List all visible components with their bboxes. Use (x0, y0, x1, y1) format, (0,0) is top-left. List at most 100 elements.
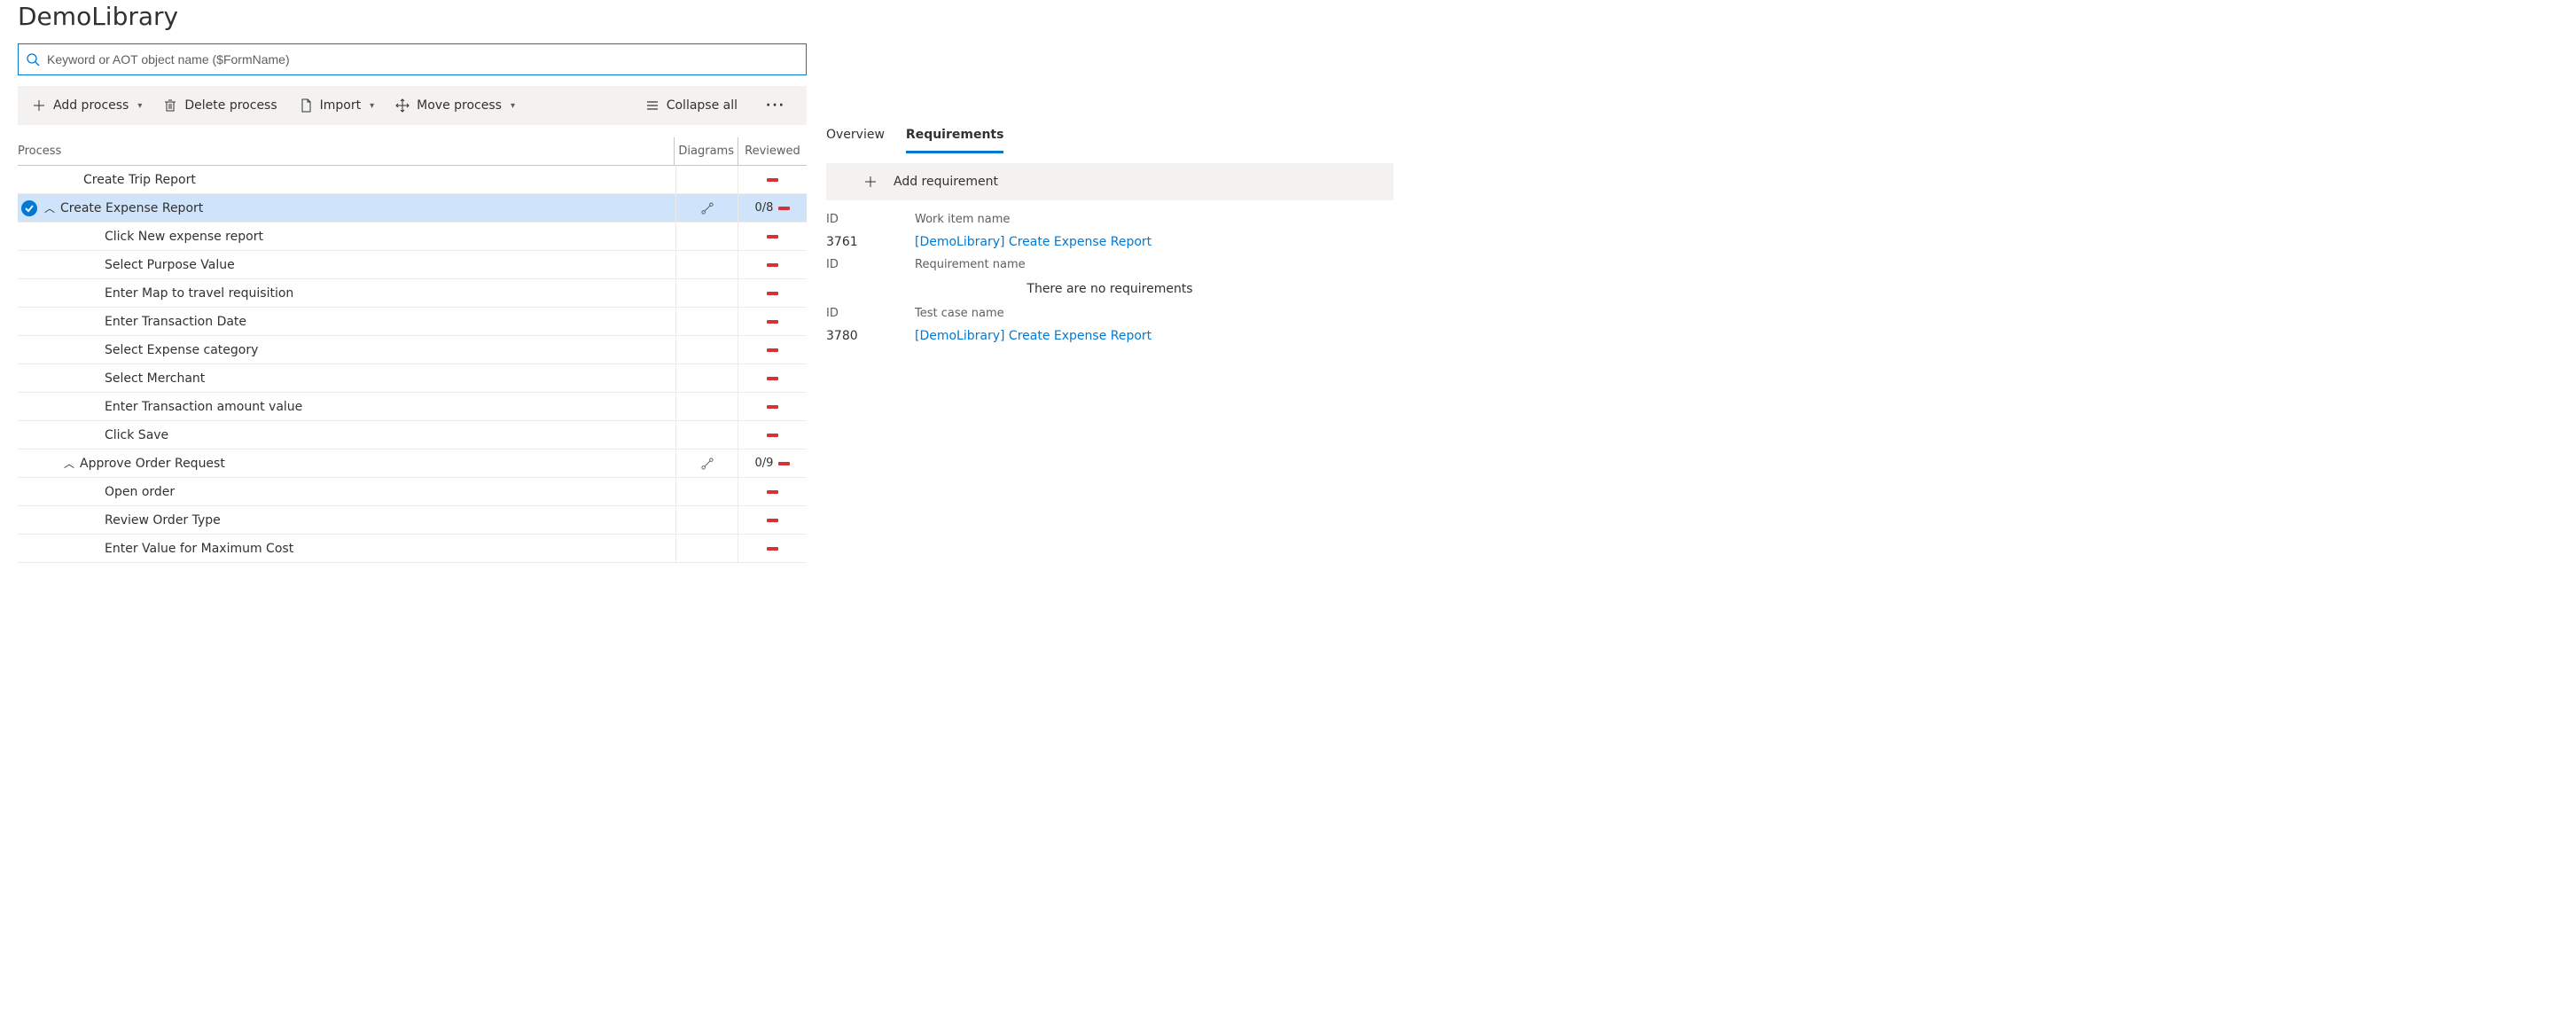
process-label: Click Save (105, 428, 168, 442)
search-container[interactable] (18, 43, 807, 75)
table-row[interactable]: ︿ Create Expense Report 0/8 (18, 194, 807, 223)
status-not-reviewed-icon (767, 377, 778, 380)
process-label: Enter Transaction Date (105, 315, 246, 329)
add-requirement-button[interactable]: Add requirement (863, 175, 998, 189)
process-label: Enter Map to travel requisition (105, 286, 293, 301)
delete-process-button[interactable]: Delete process (163, 98, 277, 113)
tab-overview[interactable]: Overview (826, 124, 885, 153)
work-item-name-label: Work item name (915, 213, 1393, 226)
chevron-up-icon[interactable]: ︿ (64, 456, 74, 471)
delete-process-label: Delete process (184, 98, 277, 113)
status-not-reviewed-icon (767, 235, 778, 238)
reviewed-cell (738, 364, 807, 392)
requirements-toolbar: Add requirement (826, 163, 1393, 200)
diagrams-cell[interactable] (675, 194, 738, 222)
move-process-label: Move process (417, 98, 502, 113)
work-item-id: 3761 (826, 235, 915, 249)
reviewed-cell (738, 336, 807, 363)
process-label: Review Order Type (105, 513, 221, 528)
work-item-link[interactable]: [DemoLibrary] Create Expense Report (915, 235, 1151, 249)
reviewed-cell (738, 251, 807, 278)
diagrams-cell (675, 393, 738, 420)
status-not-reviewed-icon (767, 348, 778, 352)
table-row[interactable]: Click New expense report (18, 223, 807, 251)
process-label: Enter Transaction amount value (105, 400, 302, 414)
process-label: Select Expense category (105, 343, 258, 357)
collapse-all-label: Collapse all (667, 98, 738, 113)
reviewed-cell (738, 535, 807, 562)
process-table: Process Diagrams Reviewed Create Trip Re… (18, 137, 807, 563)
process-label: Create Expense Report (60, 201, 203, 215)
process-label: Click New expense report (105, 230, 263, 244)
table-row[interactable]: Create Trip Report (18, 166, 807, 194)
status-not-reviewed-icon (767, 519, 778, 522)
process-label: Select Purpose Value (105, 258, 235, 272)
status-not-reviewed-icon (778, 462, 790, 465)
status-not-reviewed-icon (767, 178, 778, 182)
work-item-header: ID Work item name (826, 207, 1393, 231)
reviewed-cell (738, 478, 807, 505)
diagrams-cell (675, 336, 738, 363)
table-row[interactable]: Enter Transaction Date (18, 308, 807, 336)
table-row[interactable]: Click Save (18, 421, 807, 449)
col-reviewed-header[interactable]: Reviewed (738, 137, 807, 165)
diagram-icon (701, 202, 714, 215)
table-row[interactable]: Enter Transaction amount value (18, 393, 807, 421)
table-row[interactable]: Open order (18, 478, 807, 506)
col-diagrams-header[interactable]: Diagrams (674, 137, 738, 165)
reviewed-value: 0/8 (755, 201, 774, 215)
process-label: Create Trip Report (83, 173, 196, 187)
diagrams-cell[interactable] (675, 449, 738, 477)
document-icon (299, 98, 313, 113)
search-input[interactable] (47, 52, 799, 66)
reviewed-cell: 0/8 (738, 194, 807, 222)
testcase-row: 3780 [DemoLibrary] Create Expense Report (826, 325, 1393, 347)
reviewed-cell (738, 421, 807, 449)
id-label: ID (826, 307, 915, 320)
status-not-reviewed-icon (767, 490, 778, 494)
reviewed-cell (738, 308, 807, 335)
table-row[interactable]: ︿ Approve Order Request 0/9 (18, 449, 807, 478)
add-process-button[interactable]: Add process ▾ (32, 98, 142, 113)
process-label: Select Merchant (105, 371, 205, 386)
process-label: Open order (105, 485, 175, 499)
check-icon (21, 200, 37, 216)
status-not-reviewed-icon (767, 405, 778, 409)
diagram-icon (701, 457, 714, 470)
status-not-reviewed-icon (778, 207, 790, 210)
reviewed-cell (738, 506, 807, 534)
testcase-link[interactable]: [DemoLibrary] Create Expense Report (915, 329, 1151, 343)
diagrams-cell (675, 279, 738, 307)
table-row[interactable]: Enter Map to travel requisition (18, 279, 807, 308)
plus-icon (32, 98, 46, 113)
process-label: Enter Value for Maximum Cost (105, 542, 293, 556)
chevron-down-icon: ▾ (137, 101, 142, 111)
diagrams-cell (675, 421, 738, 449)
no-requirements-text: There are no requirements (826, 277, 1393, 301)
col-process-header[interactable]: Process (18, 137, 674, 165)
table-row[interactable]: Enter Value for Maximum Cost (18, 535, 807, 563)
tab-requirements[interactable]: Requirements (906, 124, 1004, 153)
chevron-up-icon[interactable]: ︿ (44, 200, 55, 215)
table-row[interactable]: Select Merchant (18, 364, 807, 393)
move-icon (395, 98, 410, 113)
table-row[interactable]: Review Order Type (18, 506, 807, 535)
diagrams-cell (675, 364, 738, 392)
more-actions-button[interactable]: ··· (759, 98, 792, 113)
move-process-button[interactable]: Move process ▾ (395, 98, 515, 113)
diagrams-cell (675, 166, 738, 193)
table-row[interactable]: Select Expense category (18, 336, 807, 364)
reviewed-value: 0/9 (755, 457, 774, 470)
reviewed-cell (738, 166, 807, 193)
requirement-name-label: Requirement name (915, 258, 1393, 271)
diagrams-cell (675, 478, 738, 505)
import-button[interactable]: Import ▾ (299, 98, 375, 113)
chevron-down-icon: ▾ (370, 101, 374, 111)
collapse-all-button[interactable]: Collapse all (645, 98, 738, 113)
work-item-row: 3761 [DemoLibrary] Create Expense Report (826, 231, 1393, 253)
status-not-reviewed-icon (767, 263, 778, 267)
table-row[interactable]: Select Purpose Value (18, 251, 807, 279)
diagrams-cell (675, 223, 738, 250)
process-label: Approve Order Request (80, 457, 225, 471)
import-label: Import (320, 98, 361, 113)
